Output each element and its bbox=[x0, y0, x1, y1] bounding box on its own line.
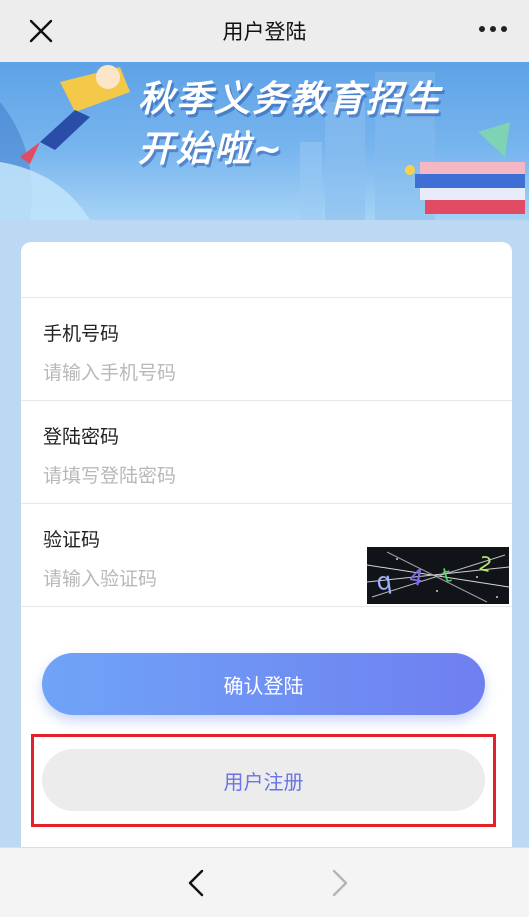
phone-field-group: 手机号码 bbox=[21, 298, 512, 401]
captcha-input[interactable] bbox=[43, 564, 333, 594]
more-icon[interactable] bbox=[479, 26, 507, 32]
top-bar: 用户登陆 bbox=[0, 0, 529, 62]
close-icon[interactable] bbox=[24, 14, 58, 48]
banner-headline: 秋季义务教育招生 bbox=[138, 79, 443, 120]
captcha-image[interactable]: q 4 t 2 bbox=[367, 547, 509, 604]
phone-label: 手机号码 bbox=[43, 323, 120, 345]
bottom-nav-bar bbox=[0, 847, 529, 917]
phone-input[interactable] bbox=[43, 358, 343, 388]
register-highlight-box bbox=[31, 734, 496, 827]
password-label: 登陆密码 bbox=[43, 426, 120, 448]
login-button[interactable]: 确认登陆 bbox=[42, 653, 485, 715]
page-title: 用户登陆 bbox=[222, 20, 307, 44]
chevron-left-icon[interactable] bbox=[184, 866, 208, 900]
captcha-field-group: 验证码 q 4 t 2 bbox=[21, 504, 512, 607]
banner-subheadline: 开始啦~ bbox=[138, 129, 285, 170]
chevron-right-icon[interactable] bbox=[328, 866, 352, 900]
banner: 秋季义务教育招生 开始啦~ bbox=[0, 62, 529, 220]
password-input[interactable] bbox=[43, 461, 343, 491]
captcha-label: 验证码 bbox=[43, 529, 101, 551]
password-field-group: 登陆密码 bbox=[21, 401, 512, 504]
card-header-spacer bbox=[21, 242, 512, 298]
